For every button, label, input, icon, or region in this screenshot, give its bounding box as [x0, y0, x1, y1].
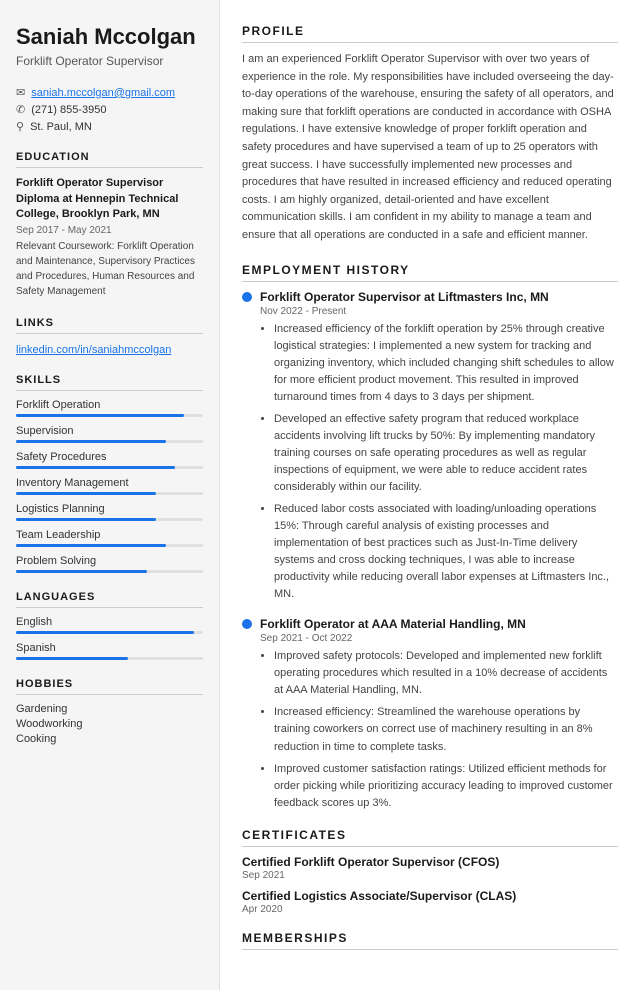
skill-name: Team Leadership [16, 529, 203, 541]
skill-item: Inventory Management [16, 477, 203, 495]
location-icon: ⚲ [16, 120, 24, 133]
memberships-section-title: Memberships [242, 931, 618, 950]
cert-date: Apr 2020 [242, 904, 618, 915]
skill-item: Problem Solving [16, 555, 203, 573]
emp-dot [242, 292, 252, 302]
skill-bar-bg [16, 544, 203, 547]
hobby-item: Woodworking [16, 718, 203, 730]
candidate-title: Forklift Operator Supervisor [16, 54, 203, 68]
emp-bullet: Improved customer satisfaction ratings: … [274, 761, 618, 812]
emp-job-title: Forklift Operator at AAA Material Handli… [260, 617, 526, 631]
emp-dates: Sep 2021 - Oct 2022 [260, 633, 618, 644]
contact-phone: ✆ (271) 855-3950 [16, 103, 203, 116]
certificate-item: Certified Logistics Associate/Supervisor… [242, 889, 618, 915]
employment-section-title: Employment History [242, 263, 618, 282]
main-content: Profile I am an experienced Forklift Ope… [220, 0, 640, 990]
hobbies-list: Gardening Woodworking Cooking [16, 703, 203, 745]
profile-text: I am an experienced Forklift Operator Su… [242, 51, 618, 245]
sidebar: Saniah Mccolgan Forklift Operator Superv… [0, 0, 220, 990]
skill-bar-bg [16, 518, 203, 521]
skill-item: Safety Procedures [16, 451, 203, 469]
skill-bar-fill [16, 570, 147, 573]
phone-value: (271) 855-3950 [31, 104, 106, 116]
skill-bar-bg [16, 414, 203, 417]
hobbies-section-title: Hobbies [16, 678, 203, 695]
emp-bullet: Increased efficiency: Streamlined the wa… [274, 704, 618, 755]
language-name: English [16, 616, 203, 628]
skills-list: Forklift Operation Supervision Safety Pr… [16, 399, 203, 573]
certificates-list: Certified Forklift Operator Supervisor (… [242, 855, 618, 915]
languages-list: English Spanish [16, 616, 203, 660]
certificate-item: Certified Forklift Operator Supervisor (… [242, 855, 618, 881]
hobby-item: Cooking [16, 733, 203, 745]
skill-name: Forklift Operation [16, 399, 203, 411]
language-item: Spanish [16, 642, 203, 660]
skill-name: Problem Solving [16, 555, 203, 567]
language-item: English [16, 616, 203, 634]
skill-name: Logistics Planning [16, 503, 203, 515]
links-section-title: Links [16, 317, 203, 334]
cert-date: Sep 2021 [242, 870, 618, 881]
emp-bullet: Developed an effective safety program th… [274, 411, 618, 496]
emp-bullet: Increased efficiency of the forklift ope… [274, 321, 618, 406]
skill-item: Forklift Operation [16, 399, 203, 417]
skill-name: Inventory Management [16, 477, 203, 489]
email-icon: ✉ [16, 86, 25, 99]
skill-bar-fill [16, 466, 175, 469]
language-bar-bg [16, 631, 203, 634]
employment-item: Forklift Operator at AAA Material Handli… [242, 617, 618, 811]
emp-bullets-list: Increased efficiency of the forklift ope… [260, 321, 618, 604]
cert-name: Certified Logistics Associate/Supervisor… [242, 889, 618, 903]
candidate-name: Saniah Mccolgan [16, 24, 203, 50]
language-name: Spanish [16, 642, 203, 654]
hobby-item: Gardening [16, 703, 203, 715]
skill-bar-bg [16, 492, 203, 495]
language-bar-fill [16, 631, 194, 634]
skill-item: Logistics Planning [16, 503, 203, 521]
linkedin-link[interactable]: linkedin.com/in/saniahmccolgan [16, 344, 171, 356]
skill-bar-bg [16, 466, 203, 469]
skill-item: Team Leadership [16, 529, 203, 547]
employment-section: Employment History Forklift Operator Sup… [242, 263, 618, 812]
skill-bar-fill [16, 518, 156, 521]
employment-list: Forklift Operator Supervisor at Liftmast… [242, 290, 618, 812]
skill-bar-bg [16, 570, 203, 573]
contact-location: ⚲ St. Paul, MN [16, 120, 203, 133]
skill-bar-fill [16, 492, 156, 495]
languages-section-title: Languages [16, 591, 203, 608]
language-bar-bg [16, 657, 203, 660]
email-link[interactable]: saniah.mccolgan@gmail.com [31, 87, 175, 99]
location-value: St. Paul, MN [30, 121, 92, 133]
profile-section-title: Profile [242, 24, 618, 43]
certificates-section: Certificates Certified Forklift Operator… [242, 828, 618, 915]
education-section-title: Education [16, 151, 203, 168]
edu-coursework: Relevant Coursework: Forklift Operation … [16, 239, 203, 299]
edu-degree: Forklift Operator Supervisor Diploma at … [16, 176, 203, 222]
phone-icon: ✆ [16, 103, 25, 116]
emp-bullet: Reduced labor costs associated with load… [274, 501, 618, 603]
cert-name: Certified Forklift Operator Supervisor (… [242, 855, 618, 869]
certificates-section-title: Certificates [242, 828, 618, 847]
skill-name: Supervision [16, 425, 203, 437]
skill-bar-fill [16, 414, 184, 417]
skill-bar-fill [16, 440, 166, 443]
emp-dates: Nov 2022 - Present [260, 306, 618, 317]
emp-job-title: Forklift Operator Supervisor at Liftmast… [260, 290, 549, 304]
language-bar-fill [16, 657, 128, 660]
memberships-section: Memberships [242, 931, 618, 950]
emp-bullet: Improved safety protocols: Developed and… [274, 648, 618, 699]
skill-bar-fill [16, 544, 166, 547]
linkedin-link-item: linkedin.com/in/saniahmccolgan [16, 342, 203, 356]
skill-name: Safety Procedures [16, 451, 203, 463]
emp-bullets-list: Improved safety protocols: Developed and… [260, 648, 618, 811]
profile-section: Profile I am an experienced Forklift Ope… [242, 24, 618, 245]
emp-dot [242, 619, 252, 629]
skill-bar-bg [16, 440, 203, 443]
contact-email: ✉ saniah.mccolgan@gmail.com [16, 86, 203, 99]
edu-dates: Sep 2017 - May 2021 [16, 225, 203, 236]
employment-item: Forklift Operator Supervisor at Liftmast… [242, 290, 618, 604]
skill-item: Supervision [16, 425, 203, 443]
skills-section-title: Skills [16, 374, 203, 391]
